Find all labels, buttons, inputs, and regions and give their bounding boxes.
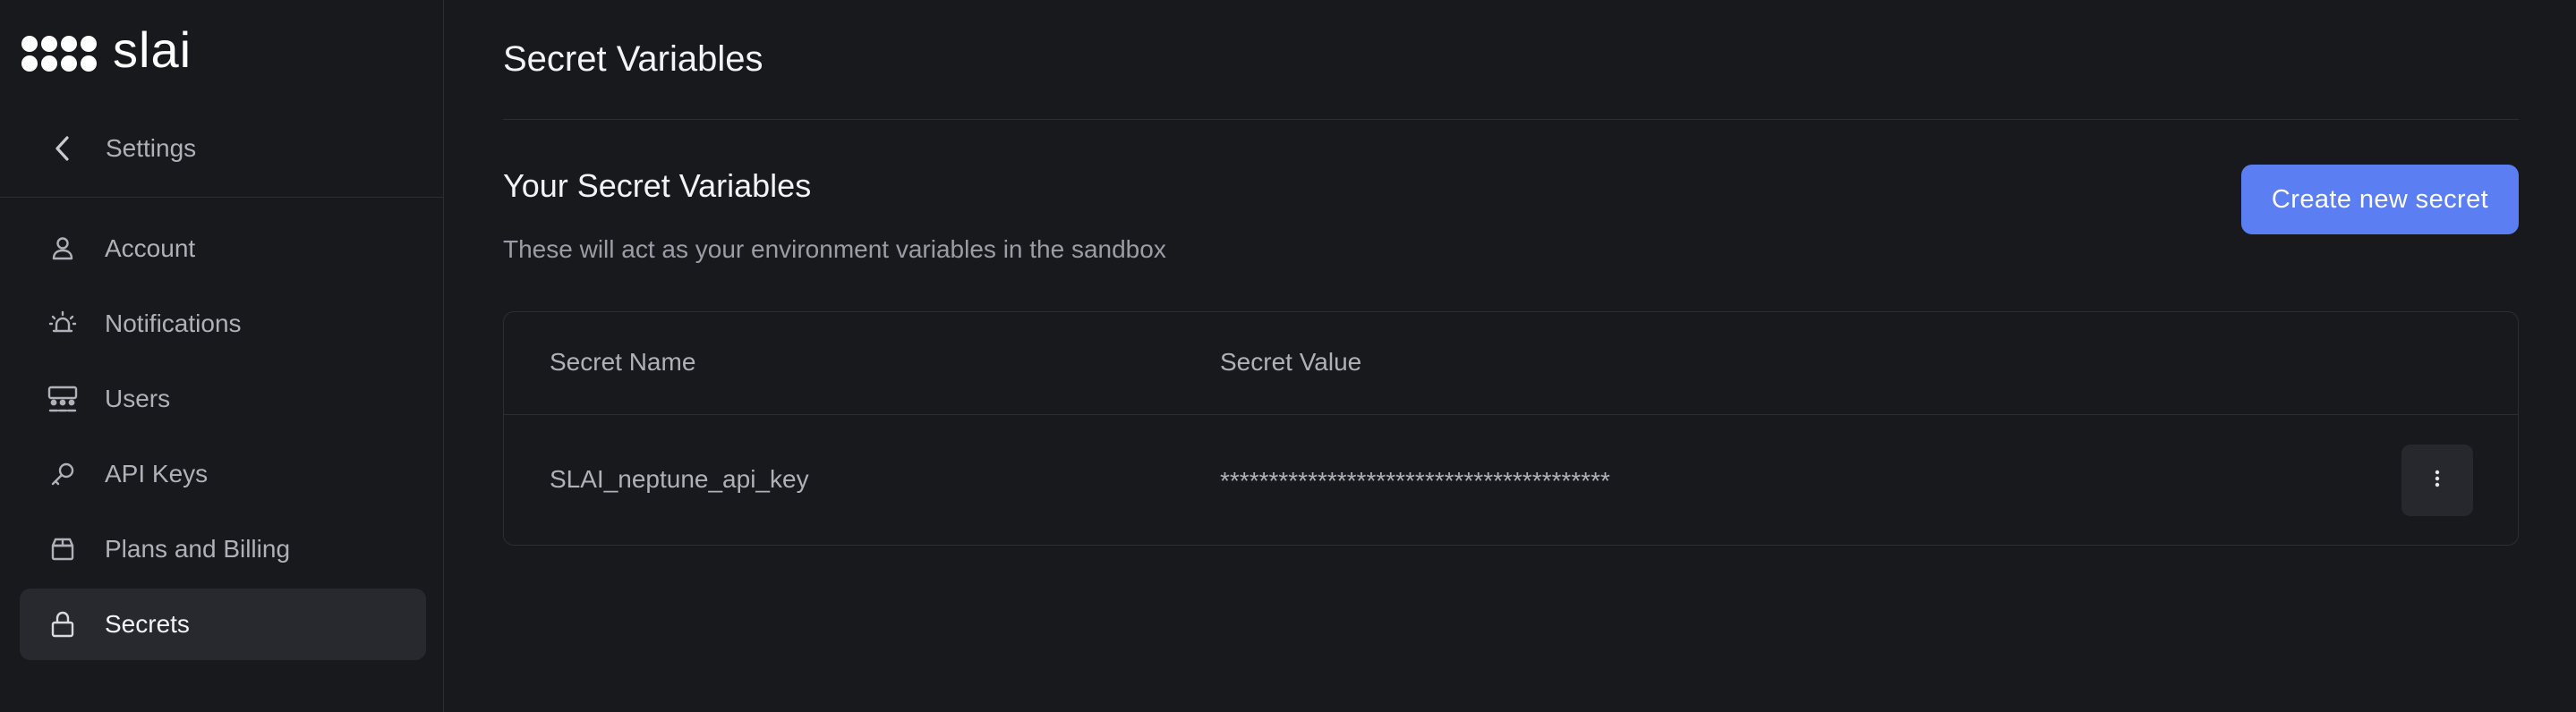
more-vertical-icon — [2434, 469, 2441, 493]
app-window: slai Settings Account Notifications User… — [0, 0, 2576, 712]
logo-mark-icon — [21, 36, 97, 72]
create-new-secret-button[interactable]: Create new secret — [2241, 165, 2519, 234]
lock-icon — [47, 608, 79, 640]
sidebar-divider — [0, 197, 443, 198]
alarm-icon — [47, 308, 79, 340]
sidebar-item-plans-billing[interactable]: Plans and Billing — [20, 513, 426, 585]
header-divider — [503, 119, 2519, 120]
table-header: Secret Name Secret Value — [504, 312, 2518, 415]
sidebar-item-notifications[interactable]: Notifications — [20, 288, 426, 360]
page-title: Secret Variables — [503, 39, 763, 79]
sidebar-item-label: Account — [105, 234, 196, 262]
sidebar-item-users[interactable]: Users — [20, 363, 426, 435]
sidebar-item-label: Users — [105, 385, 171, 412]
box-icon — [47, 533, 79, 565]
row-actions-button[interactable] — [2401, 445, 2473, 516]
settings-nav: Account Notifications Users API Keys Pla… — [20, 213, 426, 664]
key-icon — [47, 458, 79, 490]
user-icon — [47, 233, 79, 265]
column-header-secret-value: Secret Value — [1220, 348, 1362, 376]
section-title: Your Secret Variables — [503, 167, 812, 204]
sidebar-item-label: Plans and Billing — [105, 535, 291, 563]
table-row: SLAI_neptune_api_key *******************… — [504, 415, 2518, 546]
sidebar-item-label: API Keys — [105, 460, 209, 487]
settings-back-button[interactable]: Settings — [47, 127, 196, 170]
sidebar: slai Settings Account Notifications User… — [0, 0, 444, 712]
secrets-table: Secret Name Secret Value SLAI_neptune_ap… — [503, 311, 2519, 546]
settings-back-label: Settings — [106, 134, 197, 162]
sidebar-item-api-keys[interactable]: API Keys — [20, 438, 426, 510]
chevron-left-icon — [47, 132, 79, 165]
column-header-secret-name: Secret Name — [550, 348, 696, 376]
sidebar-item-account[interactable]: Account — [20, 213, 426, 284]
logo[interactable]: slai — [21, 21, 192, 81]
sidebar-item-secrets[interactable]: Secrets — [20, 589, 426, 660]
users-icon — [47, 383, 79, 415]
secret-value-cell: **************************************** — [1220, 467, 1610, 495]
logo-text: slai — [113, 21, 192, 78]
sidebar-item-label: Secrets — [105, 610, 190, 638]
section-subtitle: These will act as your environment varia… — [503, 235, 1166, 263]
secret-name-cell: SLAI_neptune_api_key — [550, 465, 809, 493]
sidebar-item-label: Notifications — [105, 309, 242, 337]
